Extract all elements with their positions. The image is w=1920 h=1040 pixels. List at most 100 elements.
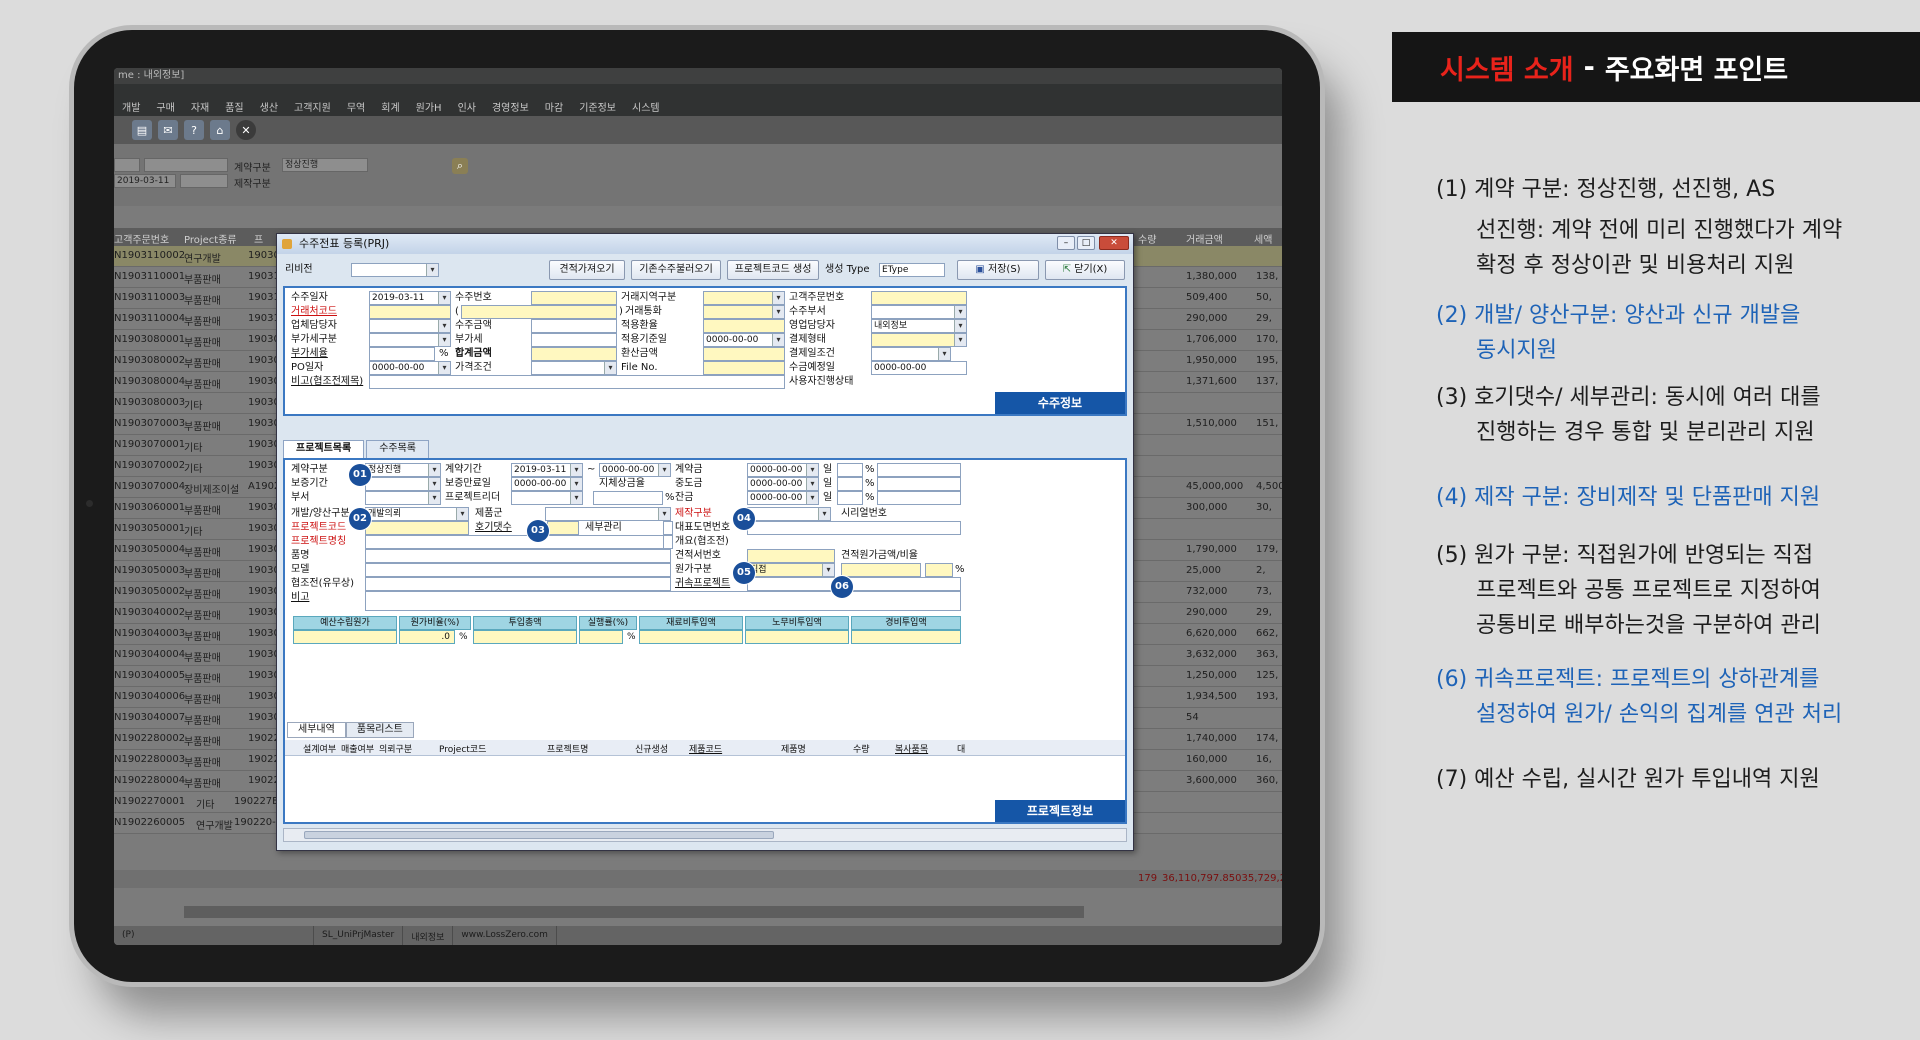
tab-detail[interactable]: 세부내역 bbox=[287, 722, 346, 738]
contract-type-select[interactable]: 정상진행 bbox=[365, 463, 441, 477]
deposit-amount-input[interactable] bbox=[877, 463, 961, 477]
dept-select[interactable] bbox=[365, 491, 441, 505]
budget-total-value[interactable] bbox=[473, 630, 577, 644]
dialog-scroll-thumb[interactable] bbox=[304, 831, 774, 839]
vat-input[interactable] bbox=[531, 333, 617, 347]
budget-plan-value[interactable] bbox=[293, 630, 397, 644]
parent-project-label[interactable]: 귀속프로젝트 bbox=[675, 577, 730, 591]
customer-order-no-input[interactable] bbox=[871, 291, 967, 305]
message-icon[interactable]: ▤ bbox=[132, 120, 152, 140]
project-code-label[interactable]: 프로젝트코드 bbox=[291, 521, 346, 535]
pay-type-select[interactable] bbox=[871, 333, 967, 347]
rate-date-input[interactable]: 0000-00-00 bbox=[703, 333, 785, 347]
maximize-icon[interactable]: □ bbox=[1077, 236, 1095, 250]
mid-payment-date-input[interactable]: 0000-00-00 bbox=[747, 477, 819, 491]
load-existing-order-button[interactable]: 기존수주불러오기 bbox=[631, 260, 721, 280]
balance-rate-input[interactable] bbox=[837, 491, 863, 505]
budget-rate-value[interactable]: .0 bbox=[399, 630, 455, 644]
window-close-icon[interactable]: ✕ bbox=[1099, 236, 1129, 250]
order-date-input[interactable]: 2019-03-11 bbox=[369, 291, 451, 305]
remark-input[interactable] bbox=[369, 375, 785, 389]
note-input[interactable] bbox=[365, 591, 961, 611]
budget-labor-value[interactable] bbox=[745, 630, 849, 644]
project-name-input[interactable] bbox=[365, 535, 671, 549]
unit-count-input[interactable] bbox=[547, 521, 579, 535]
horizontal-scrollbar[interactable] bbox=[184, 906, 1084, 918]
sales-mgr-select[interactable] bbox=[369, 319, 451, 333]
converted-amount-input[interactable] bbox=[703, 347, 785, 361]
mail-icon[interactable]: ✉ bbox=[158, 120, 178, 140]
product-group-select[interactable] bbox=[545, 507, 671, 521]
close-button[interactable]: ⇱ 닫기(X) bbox=[1045, 260, 1125, 280]
coop-input[interactable] bbox=[365, 577, 671, 591]
vendor-code-label[interactable]: 거래처코드 bbox=[291, 305, 337, 319]
file-no-input[interactable] bbox=[703, 361, 785, 375]
period-to-input[interactable]: 0000-00-00 bbox=[599, 463, 671, 477]
search-date-input[interactable]: 2019-03-11 bbox=[114, 174, 176, 188]
project-name-label[interactable]: 프로젝트명칭 bbox=[291, 535, 346, 549]
make-type-select[interactable] bbox=[747, 507, 831, 521]
order-amount-input[interactable] bbox=[531, 319, 617, 333]
dev-type-select[interactable]: 개발의뢰 bbox=[365, 507, 469, 521]
close-icon[interactable]: ✕ bbox=[236, 120, 256, 140]
minimize-icon[interactable]: – bbox=[1057, 236, 1075, 250]
due-date-input[interactable]: 0000-00-00 bbox=[871, 361, 967, 375]
save-button[interactable]: ▣ 저장(S) bbox=[957, 260, 1039, 280]
vat-type-select[interactable] bbox=[369, 333, 451, 347]
detail-mgmt-checkbox[interactable] bbox=[663, 521, 673, 535]
help-icon[interactable]: ? bbox=[184, 120, 204, 140]
search-icon[interactable]: ⌕ bbox=[452, 158, 468, 174]
warranty-end-input[interactable]: 0000-00-00 bbox=[511, 477, 583, 491]
model-input[interactable] bbox=[365, 563, 671, 577]
exchange-rate-input[interactable] bbox=[703, 319, 785, 333]
load-quote-button[interactable]: 견적가져오기 bbox=[549, 260, 625, 280]
revision-select[interactable] bbox=[351, 263, 439, 277]
sales-person-select[interactable]: 내외정보 bbox=[871, 319, 967, 333]
budget-exec-value[interactable] bbox=[579, 630, 623, 644]
make-type-label[interactable]: 제작구분 bbox=[675, 507, 712, 521]
mid-rate-input[interactable] bbox=[837, 477, 863, 491]
mid-amount-input[interactable] bbox=[877, 477, 961, 491]
region-select[interactable] bbox=[703, 291, 785, 305]
gen-type-select[interactable]: EType bbox=[879, 263, 945, 277]
home-icon[interactable]: ⌂ bbox=[210, 120, 230, 140]
deposit-rate-input[interactable] bbox=[837, 463, 863, 477]
price-cond-select[interactable] bbox=[531, 361, 617, 375]
tab-item-list[interactable]: 품목리스트 bbox=[345, 722, 414, 738]
project-leader-select[interactable] bbox=[511, 491, 583, 505]
budget-material-value[interactable] bbox=[639, 630, 743, 644]
tab-project-list[interactable]: 프로젝트목록 bbox=[283, 440, 365, 458]
item-name-input[interactable] bbox=[365, 549, 671, 563]
quote-no-input[interactable] bbox=[747, 549, 835, 563]
dialog-scrollbar[interactable] bbox=[283, 828, 1127, 842]
pay-cond-select[interactable] bbox=[871, 347, 951, 361]
project-code-input[interactable] bbox=[365, 521, 469, 535]
warranty-select[interactable] bbox=[365, 477, 441, 491]
unit-count-label[interactable]: 호기댓수 bbox=[475, 521, 512, 535]
vendor-name-input[interactable] bbox=[461, 305, 617, 319]
po-date-input[interactable]: 0000-00-00 bbox=[369, 361, 451, 375]
search-box-2[interactable] bbox=[144, 158, 228, 172]
summary-checkbox[interactable] bbox=[663, 535, 673, 549]
note-label[interactable]: 비고 bbox=[291, 591, 309, 605]
delay-rate-input[interactable] bbox=[593, 491, 663, 505]
cost-type-select[interactable]: 직접 bbox=[747, 563, 835, 577]
vendor-code-input[interactable] bbox=[369, 305, 451, 319]
budget-expense-value[interactable] bbox=[851, 630, 961, 644]
order-no-input[interactable] bbox=[531, 291, 617, 305]
contract-type-select[interactable]: 정상진행 bbox=[282, 158, 368, 172]
search-box-1[interactable] bbox=[114, 158, 140, 172]
vat-rate-label[interactable]: 부가세율 bbox=[291, 347, 328, 361]
vat-rate-input[interactable] bbox=[369, 347, 435, 361]
remark-label[interactable]: 비고(협조전제목) bbox=[291, 375, 363, 389]
parent-project-input[interactable] bbox=[747, 577, 961, 591]
total-amount-input[interactable] bbox=[531, 347, 617, 361]
tab-order-list[interactable]: 수주목록 bbox=[366, 440, 430, 458]
order-dept-select[interactable] bbox=[871, 305, 967, 319]
balance-amount-input[interactable] bbox=[877, 491, 961, 505]
deposit-date-input[interactable]: 0000-00-00 bbox=[747, 463, 819, 477]
quote-cost-amount-input[interactable] bbox=[841, 563, 921, 577]
period-from-input[interactable]: 2019-03-11 bbox=[511, 463, 583, 477]
currency-select[interactable] bbox=[703, 305, 785, 319]
create-project-code-button[interactable]: 프로젝트코드 생성 bbox=[727, 260, 819, 280]
